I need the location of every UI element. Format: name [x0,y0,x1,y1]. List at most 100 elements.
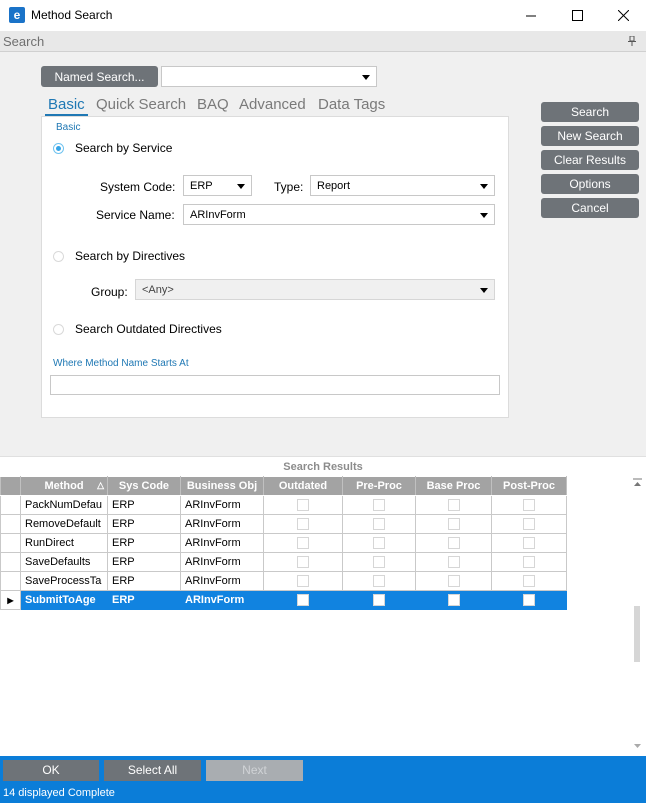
row-selector[interactable] [0,495,21,515]
row-selector[interactable] [0,514,21,534]
results-scrollbar[interactable] [629,476,646,756]
search-outdated-radio[interactable] [53,324,64,335]
post-proc-checkbox[interactable] [523,594,535,607]
base-proc-checkbox[interactable] [447,594,460,607]
post-proc-checkbox[interactable] [523,537,535,550]
basic-group-label: Basic [56,122,81,133]
pre-proc-checkbox[interactable] [373,594,385,607]
pin-icon[interactable] [628,36,636,46]
cell-sys-code: ERP [107,590,181,610]
cell-sys-code: ERP [107,552,181,572]
base-proc-checkbox[interactable] [447,537,460,550]
group-label: Group: [91,285,128,299]
outdated-checkbox[interactable] [297,537,309,550]
service-name-label: Service Name: [96,208,175,222]
column-header-post-proc[interactable]: Post-Proc [491,476,567,496]
pre-proc-checkbox[interactable] [373,518,385,531]
named-search-combo[interactable] [161,66,377,87]
table-row[interactable]: PackNumDefau ERP ARInvForm [0,495,567,515]
title-bar: e Method Search [0,0,646,31]
cell-method: SaveDefaults [20,552,108,572]
outdated-checkbox[interactable] [297,594,309,607]
chevron-down-icon [480,288,488,293]
chevron-down-icon [480,213,488,218]
base-proc-checkbox[interactable] [447,575,460,588]
status-text: 14 displayed Complete [3,787,115,799]
search-by-service-radio[interactable] [53,143,64,154]
row-selector-header [0,476,21,496]
cell-method: PackNumDefau [20,495,108,515]
table-row[interactable]: SaveProcessTa ERP ARInvForm [0,571,567,591]
cancel-button[interactable]: Cancel [541,198,639,218]
table-row[interactable]: RunDirect ERP ARInvForm [0,533,567,553]
table-row-selected[interactable]: ▶ SubmitToAge ERP ARInvForm [0,590,567,610]
service-name-combo[interactable]: ARInvForm [183,204,495,225]
pre-proc-checkbox[interactable] [373,575,385,588]
row-selector[interactable]: ▶ [0,590,21,610]
pre-proc-checkbox[interactable] [373,499,385,512]
tab-data-tags[interactable]: Data Tags [318,96,385,113]
pre-proc-checkbox[interactable] [373,556,385,569]
column-header-business-obj[interactable]: Business Obj [180,476,264,496]
cell-business-obj: ARInvForm [180,590,264,610]
method-starts-input[interactable] [50,375,500,395]
post-proc-checkbox[interactable] [523,499,535,512]
search-button[interactable]: Search [541,102,639,122]
table-row[interactable]: RemoveDefault ERP ARInvForm [0,514,567,534]
tab-advanced[interactable]: Advanced [239,96,306,113]
minimize-icon [525,15,536,17]
scroll-up-icon[interactable] [633,478,642,488]
named-search-button[interactable]: Named Search... [41,66,158,87]
search-by-directives-radio[interactable] [53,251,64,262]
column-header-sys-code[interactable]: Sys Code [107,476,181,496]
post-proc-checkbox[interactable] [523,575,535,588]
search-by-service-label: Search by Service [75,141,173,155]
ok-button[interactable]: OK [3,760,99,781]
base-proc-checkbox[interactable] [447,518,460,531]
cell-method: RunDirect [20,533,108,553]
cell-business-obj: ARInvForm [180,495,264,515]
outdated-checkbox[interactable] [297,518,309,531]
tab-basic[interactable]: Basic [48,96,85,113]
maximize-button[interactable] [554,0,600,31]
clear-results-button[interactable]: Clear Results [541,150,639,170]
cell-sys-code: ERP [107,571,181,591]
scrollbar-thumb[interactable] [634,606,640,662]
scroll-down-icon[interactable] [633,743,642,750]
close-button[interactable] [600,0,646,31]
new-search-button[interactable]: New Search [541,126,639,146]
chevron-down-icon [480,184,488,189]
table-row[interactable]: SaveDefaults ERP ARInvForm [0,552,567,572]
base-proc-checkbox[interactable] [447,556,460,569]
base-proc-checkbox[interactable] [447,499,460,512]
row-selector[interactable] [0,533,21,553]
close-icon [617,10,629,21]
column-header-base-proc[interactable]: Base Proc [415,476,492,496]
results-header-row: Method △ Sys Code Business Obj Outdated … [0,476,567,496]
select-all-button[interactable]: Select All [104,760,201,781]
cell-method: SaveProcessTa [20,571,108,591]
search-panel-header: Search [0,31,646,52]
cell-sys-code: ERP [107,514,181,534]
pre-proc-checkbox[interactable] [373,537,385,550]
row-selector[interactable] [0,552,21,572]
options-button[interactable]: Options [541,174,639,194]
row-selector[interactable] [0,571,21,591]
group-combo[interactable]: <Any> [135,279,495,300]
cell-method: SubmitToAge [20,590,108,610]
outdated-checkbox[interactable] [297,556,309,569]
post-proc-checkbox[interactable] [523,518,535,531]
minimize-button[interactable] [508,0,554,31]
column-header-outdated[interactable]: Outdated [263,476,343,496]
results-table: Method △ Sys Code Business Obj Outdated … [0,476,567,610]
column-header-method[interactable]: Method △ [20,476,108,496]
type-combo[interactable]: Report [310,175,495,196]
system-code-combo[interactable]: ERP [183,175,252,196]
column-header-pre-proc[interactable]: Pre-Proc [342,476,416,496]
next-button[interactable]: Next [206,760,303,781]
post-proc-checkbox[interactable] [523,556,535,569]
outdated-checkbox[interactable] [297,499,309,512]
tab-quick-search[interactable]: Quick Search [96,96,186,113]
outdated-checkbox[interactable] [297,575,309,588]
tab-baq[interactable]: BAQ [197,96,229,113]
